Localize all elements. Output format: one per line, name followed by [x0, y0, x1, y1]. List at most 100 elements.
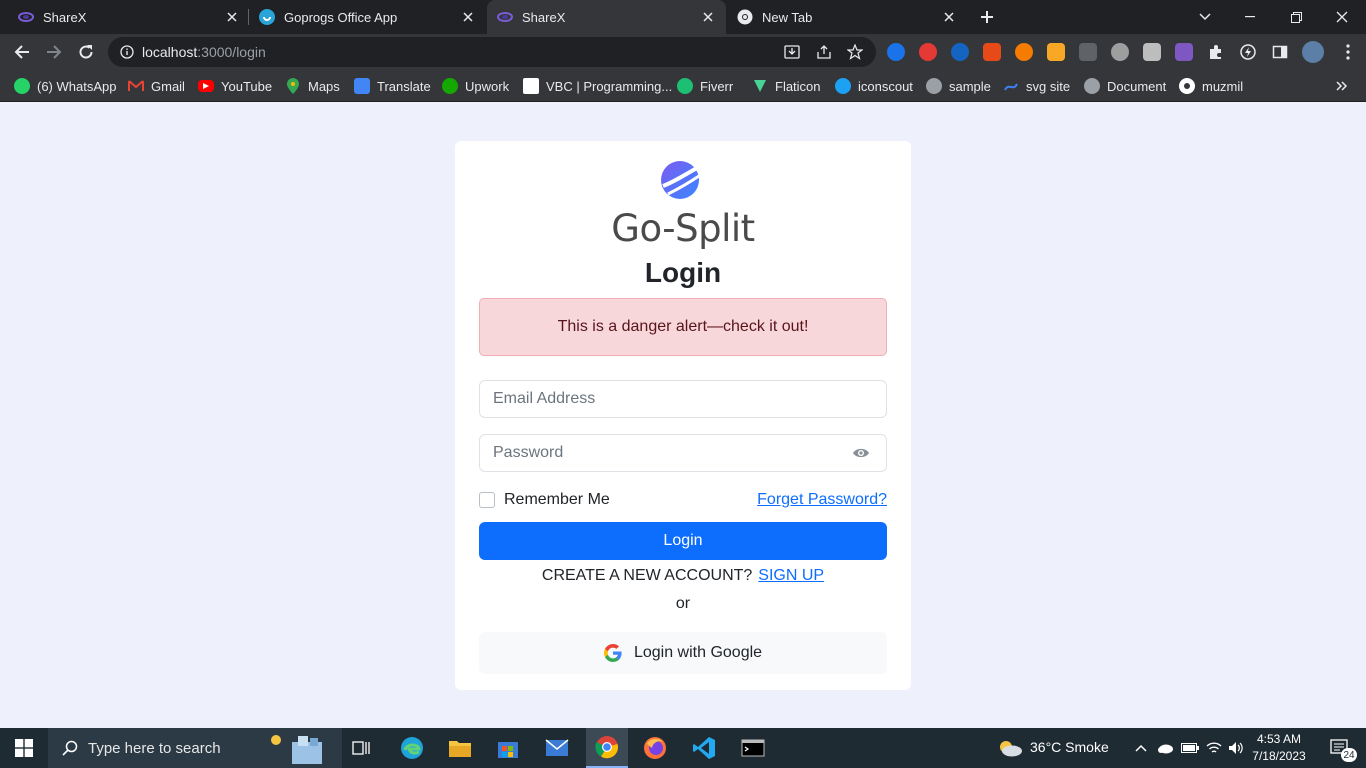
start-button[interactable]: [0, 728, 48, 768]
vscode-taskbar-button[interactable]: [684, 728, 724, 768]
bookmark-label: muzmil: [1202, 78, 1244, 94]
tray-chevron-up-icon[interactable]: [1131, 728, 1151, 768]
arrow-right-icon: [47, 45, 62, 59]
extension-metamask-icon[interactable]: [1015, 43, 1033, 61]
login-with-google-button[interactable]: Login with Google: [479, 632, 887, 674]
task-view-button[interactable]: [344, 728, 378, 768]
extension-ifont-icon[interactable]: [1175, 43, 1193, 61]
forward-button[interactable]: [40, 38, 68, 66]
flaticon-icon: [752, 78, 768, 94]
remember-me-label[interactable]: Remember Me: [504, 491, 610, 509]
star-icon[interactable]: [847, 44, 863, 60]
extension-eyedropper-icon[interactable]: [1079, 43, 1097, 61]
bookmark-whatsapp[interactable]: (6) WhatsApp: [14, 75, 116, 97]
back-button[interactable]: [8, 38, 36, 66]
chrome-taskbar-button[interactable]: [586, 728, 628, 768]
address-bar[interactable]: localhost:3000/login: [108, 37, 876, 67]
translate-icon: [354, 78, 370, 94]
terminal-taskbar-button[interactable]: [733, 728, 773, 768]
remember-me-checkbox[interactable]: [479, 492, 495, 508]
bookmark-iconscout[interactable]: iconscout: [835, 75, 913, 97]
extension-grammar-icon[interactable]: [983, 43, 1001, 61]
store-taskbar-button[interactable]: [488, 728, 528, 768]
mail-taskbar-button[interactable]: [537, 728, 577, 768]
sharex-icon: [18, 9, 34, 25]
arrow-left-icon: [14, 45, 29, 59]
firefox-taskbar-button[interactable]: [635, 728, 675, 768]
notification-center-button[interactable]: 24: [1322, 728, 1358, 768]
volume-icon[interactable]: [1226, 728, 1246, 768]
cloud-sync-icon[interactable]: [1154, 728, 1176, 768]
profile-avatar[interactable]: [1302, 41, 1324, 63]
fiverr-icon: [677, 78, 693, 94]
restore-button[interactable]: [1273, 0, 1319, 34]
edge-taskbar-button[interactable]: [392, 728, 432, 768]
extension-stop-icon[interactable]: [919, 43, 937, 61]
close-icon[interactable]: [700, 9, 716, 25]
share-icon[interactable]: [816, 44, 832, 60]
kebab-menu-icon[interactable]: [1339, 43, 1357, 61]
youtube-icon: [198, 80, 214, 92]
bookmark-youtube[interactable]: YouTube: [198, 75, 272, 97]
svg-icon: [1003, 78, 1019, 94]
weather-icon[interactable]: [996, 728, 1024, 768]
forgot-password-link[interactable]: Forget Password?: [757, 491, 887, 509]
email-input[interactable]: [479, 380, 887, 418]
side-panel-icon[interactable]: [1271, 43, 1289, 61]
signup-link[interactable]: SIGN UP: [758, 567, 824, 584]
tab-goprogs[interactable]: Goprogs Office App: [250, 0, 486, 34]
bookmark-translate[interactable]: Translate: [354, 75, 431, 97]
extension-firefox-relay-icon[interactable]: [887, 43, 905, 61]
bookmark-label: Upwork: [465, 78, 510, 94]
tab-sharex-1[interactable]: ShareX: [0, 0, 250, 34]
bookmark-label: Fiverr: [700, 78, 734, 94]
bookmark-fiverr[interactable]: Fiverr: [677, 75, 733, 97]
bookmark-document[interactable]: Document: [1084, 75, 1166, 97]
reload-button[interactable]: [72, 38, 100, 66]
store-icon: [498, 742, 518, 758]
extensions-puzzle-icon[interactable]: [1207, 43, 1225, 61]
upwork-icon: [442, 78, 458, 94]
minimize-button[interactable]: [1227, 0, 1273, 34]
bookmark-maps[interactable]: Maps: [285, 75, 340, 97]
search-highlight-image[interactable]: [258, 732, 336, 764]
bookmark-vbc[interactable]: VBC | Programming...: [523, 75, 672, 97]
login-button[interactable]: Login: [479, 522, 887, 560]
eye-icon[interactable]: [851, 445, 871, 461]
taskbar-search[interactable]: Type here to search: [48, 728, 342, 768]
wifi-icon[interactable]: [1203, 728, 1225, 768]
bookmarks-overflow-button[interactable]: [1336, 75, 1348, 97]
extension-s-icon[interactable]: [1047, 43, 1065, 61]
edge-icon: [401, 737, 423, 759]
weather-text[interactable]: 36°C Smoke: [1030, 739, 1109, 755]
info-icon[interactable]: [120, 45, 134, 59]
close-icon[interactable]: [460, 9, 476, 25]
globe-icon: [1084, 78, 1100, 94]
close-window-button[interactable]: [1319, 0, 1365, 34]
bookmark-svg-site[interactable]: svg site: [1003, 75, 1070, 97]
battery-icon[interactable]: [1179, 728, 1201, 768]
new-tab-button[interactable]: [974, 5, 1000, 29]
extension-circle-icon[interactable]: [951, 43, 969, 61]
extension-balloon-icon[interactable]: [1111, 43, 1129, 61]
password-input[interactable]: [479, 434, 887, 472]
bookmark-upwork[interactable]: Upwork: [442, 75, 509, 97]
install-icon[interactable]: [784, 44, 800, 60]
maps-icon: [285, 78, 301, 94]
terminal-icon: [741, 739, 765, 757]
vscode-icon: [693, 737, 715, 759]
tab-search-button[interactable]: [1182, 0, 1228, 34]
file-explorer-taskbar-button[interactable]: [440, 728, 480, 768]
close-icon[interactable]: [941, 9, 957, 25]
tab-sharex-active[interactable]: ShareX: [487, 0, 726, 34]
tab-new-tab[interactable]: New Tab: [727, 0, 967, 34]
bookmark-muzmil[interactable]: muzmil: [1179, 75, 1243, 97]
bookmark-flaticon[interactable]: Flaticon: [752, 75, 821, 97]
bookmark-label: Gmail: [151, 78, 185, 94]
extension-pen-icon[interactable]: [1143, 43, 1161, 61]
bookmark-gmail[interactable]: Gmail: [128, 75, 185, 97]
extension-bolt-icon[interactable]: [1239, 43, 1257, 61]
close-icon[interactable]: [224, 9, 240, 25]
bookmark-sample[interactable]: sample: [926, 75, 991, 97]
system-clock[interactable]: 4:53 AM 7/18/2023: [1244, 731, 1314, 765]
